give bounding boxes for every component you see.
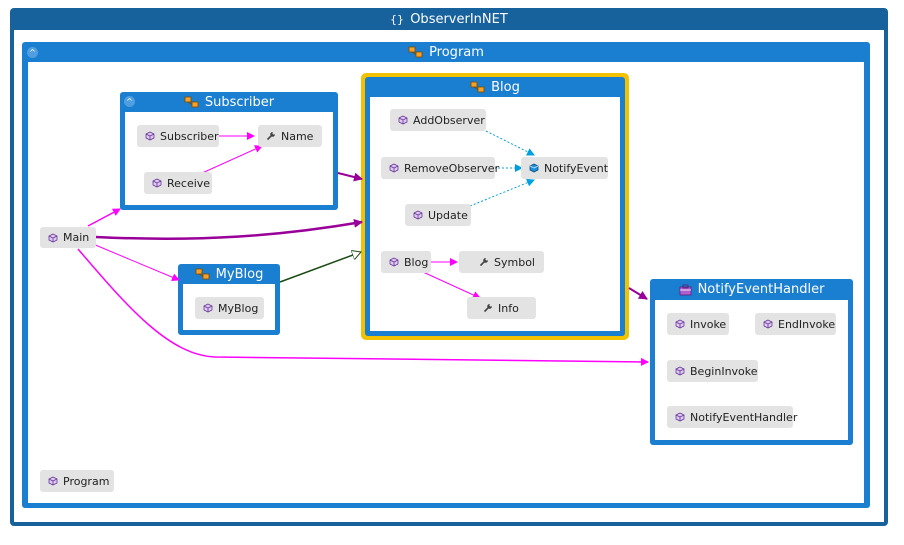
method-cube-icon	[48, 476, 58, 486]
method-node-blog[interactable]: Blog	[381, 251, 431, 273]
method-node-notifyeventhandler[interactable]: NotifyEventHandler	[667, 406, 797, 428]
method-label: Update	[428, 208, 468, 222]
event-node-notifyevent[interactable]: NotifyEvent	[521, 157, 608, 179]
notify-event-handler-title: NotifyEventHandler	[697, 282, 825, 297]
property-node-name[interactable]: Name	[258, 125, 322, 147]
method-label: RemoveObserver	[404, 161, 500, 175]
method-cube-icon	[145, 131, 155, 141]
method-node-main[interactable]: Main	[40, 227, 96, 248]
namespace-title: ObserverInNET	[410, 11, 508, 27]
method-node-begininvoke[interactable]: BeginInvoke	[667, 360, 758, 382]
subscriber-title: Subscriber	[204, 94, 275, 110]
method-node-subscriber[interactable]: Subscriber	[137, 125, 219, 147]
program-title: Program	[429, 44, 484, 60]
class-icon	[408, 46, 424, 59]
method-cube-icon	[763, 319, 773, 329]
method-cube-icon	[389, 257, 399, 267]
method-label: Subscriber	[160, 129, 219, 143]
subscriber-header[interactable]: Subscriber	[120, 92, 338, 112]
delegate-icon	[679, 284, 693, 296]
method-label: NotifyEventHandler	[690, 410, 798, 424]
property-label: Symbol	[494, 255, 535, 269]
property-label: Info	[498, 301, 519, 315]
method-label: BeginInvoke	[690, 364, 758, 378]
namespace-header[interactable]: {} ObserverInNET	[10, 8, 888, 30]
event-label: NotifyEvent	[544, 161, 609, 175]
class-icon	[470, 81, 486, 94]
class-icon	[184, 96, 200, 109]
event-icon	[529, 163, 539, 173]
svg-text:{}: {}	[390, 13, 404, 25]
class-icon	[195, 268, 211, 281]
property-label: Name	[281, 129, 314, 143]
method-label: Main	[63, 231, 90, 244]
method-label: MyBlog	[218, 301, 259, 315]
method-node-invoke[interactable]: Invoke	[667, 313, 729, 335]
method-node-update[interactable]: Update	[405, 204, 471, 226]
collapse-toggle-subscriber[interactable]: ^	[124, 96, 135, 107]
method-cube-icon	[398, 115, 408, 125]
collapse-toggle-program[interactable]: ^	[27, 47, 38, 58]
method-cube-icon	[48, 233, 58, 243]
wrench-icon	[479, 257, 489, 267]
program-header[interactable]: Program	[22, 42, 870, 62]
method-cube-icon	[675, 319, 685, 329]
blog-title: Blog	[491, 79, 520, 95]
method-label: AddObserver	[413, 113, 485, 127]
property-node-symbol[interactable]: Symbol	[459, 251, 544, 273]
wrench-icon	[483, 303, 493, 313]
wrench-icon	[266, 131, 276, 141]
method-node-removeobserver[interactable]: RemoveObserver	[381, 157, 499, 179]
method-node-program[interactable]: Program	[40, 470, 114, 492]
method-cube-icon	[675, 412, 685, 422]
myblog-header[interactable]: MyBlog	[178, 264, 280, 284]
method-label: EndInvoke	[778, 317, 836, 331]
method-label: Receive	[167, 176, 211, 190]
notify-event-handler-header[interactable]: NotifyEventHandler	[650, 279, 853, 300]
myblog-title: MyBlog	[215, 266, 264, 282]
method-label: Invoke	[690, 317, 727, 331]
method-label: Blog	[404, 255, 429, 269]
method-node-myblog[interactable]: MyBlog	[195, 297, 264, 319]
blog-header[interactable]: Blog	[365, 77, 625, 97]
property-node-info[interactable]: Info	[467, 297, 536, 319]
method-cube-icon	[152, 178, 162, 188]
namespace-braces-icon: {}	[390, 13, 404, 25]
method-node-receive[interactable]: Receive	[144, 172, 212, 194]
method-label: Program	[63, 474, 110, 488]
method-cube-icon	[203, 303, 213, 313]
method-node-endinvoke[interactable]: EndInvoke	[755, 313, 836, 335]
method-cube-icon	[413, 210, 423, 220]
method-cube-icon	[675, 366, 685, 376]
method-node-addobserver[interactable]: AddObserver	[390, 109, 486, 131]
method-cube-icon	[389, 163, 399, 173]
